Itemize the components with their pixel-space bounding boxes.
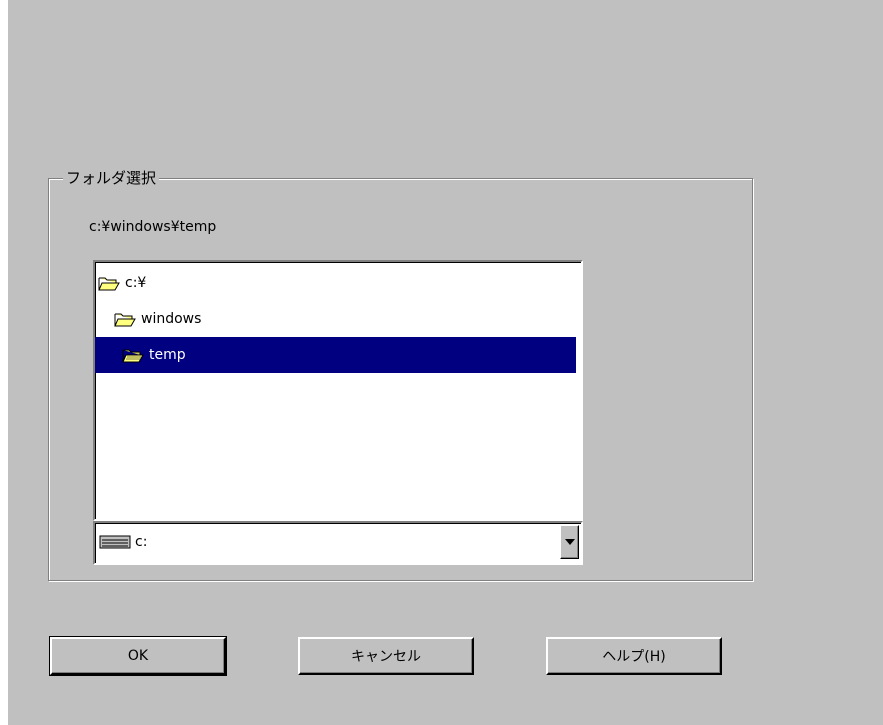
open-folder-icon <box>114 313 136 327</box>
help-button-label: ヘルプ(H) <box>602 649 666 665</box>
ok-button[interactable]: OK <box>49 636 227 676</box>
folder-select-group: フォルダ選択 c:¥windows¥temp c:¥ windows temp … <box>48 169 753 581</box>
tree-item-label: windows <box>141 311 202 327</box>
tree-item-temp[interactable]: temp <box>95 337 576 373</box>
tree-item-root[interactable]: c:¥ <box>98 265 576 301</box>
ok-button-label: OK <box>127 648 149 664</box>
cancel-button-label: キャンセル <box>351 649 421 665</box>
drive-icon <box>99 535 131 549</box>
drive-dropdown-button[interactable] <box>560 525 579 559</box>
tree-item-windows[interactable]: windows <box>114 301 576 337</box>
help-button[interactable]: ヘルプ(H) <box>546 637 722 675</box>
chevron-down-icon <box>564 539 575 545</box>
folder-select-dialog: フォルダ選択 c:¥windows¥temp c:¥ windows temp … <box>8 0 883 725</box>
folder-tree[interactable]: c:¥ windows temp <box>93 260 583 521</box>
tree-item-label: temp <box>149 347 186 363</box>
drive-select-value: c: <box>135 534 148 550</box>
open-folder-icon <box>98 277 120 291</box>
drive-select[interactable]: c: <box>93 521 583 565</box>
current-path-label: c:¥windows¥temp <box>89 219 217 235</box>
group-title: フォルダ選択 <box>63 169 160 187</box>
tree-item-label: c:¥ <box>125 275 147 291</box>
cancel-button[interactable]: キャンセル <box>298 637 474 675</box>
open-folder-icon <box>122 349 144 363</box>
